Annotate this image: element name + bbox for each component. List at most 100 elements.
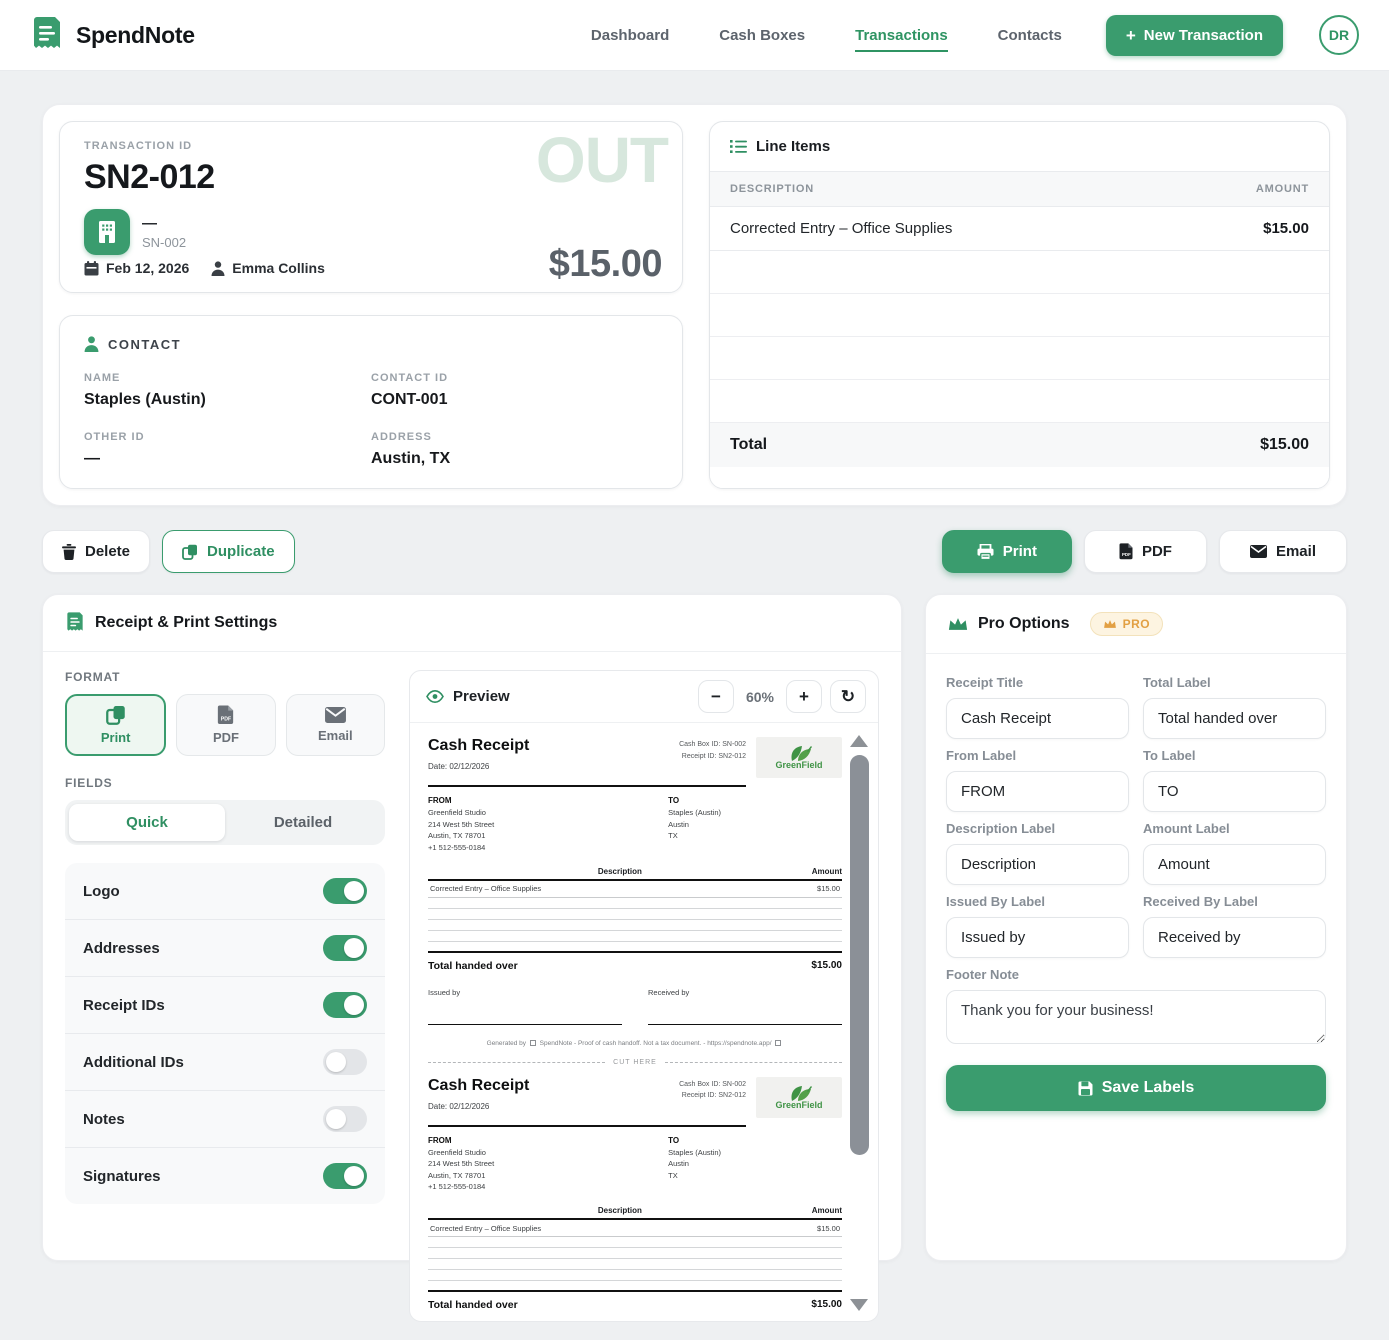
- signatures-toggle[interactable]: [323, 1163, 367, 1189]
- receipt-item-description: Corrected Entry – Office Supplies: [430, 884, 541, 893]
- column-description: DESCRIPTION: [730, 183, 814, 195]
- transaction-amount: $15.00: [549, 243, 662, 286]
- receipt-total-amount: $15.00: [811, 1299, 842, 1311]
- receipt-total-label: Total handed over: [428, 1299, 518, 1311]
- issued-by-label-input[interactable]: [946, 917, 1129, 958]
- receipt-ids-toggle[interactable]: [323, 992, 367, 1018]
- receipt-cashbox-id: Cash Box ID: SN-002: [529, 739, 746, 751]
- plus-icon: +: [1126, 27, 1136, 44]
- format-pdf-tile[interactable]: PDF PDF: [176, 694, 275, 756]
- scrollbar-up-arrow[interactable]: [850, 735, 868, 747]
- top-navigation-bar: SpendNote Dashboard Cash Boxes Transacti…: [0, 0, 1389, 71]
- format-print-label: Print: [101, 730, 131, 745]
- print-label: Print: [1003, 543, 1037, 560]
- nav-cash-boxes[interactable]: Cash Boxes: [719, 19, 805, 52]
- envelope-icon: [1250, 545, 1267, 558]
- to-label-input[interactable]: [1143, 771, 1326, 812]
- footer-note-label: Footer Note: [946, 967, 1326, 982]
- other-id: —: [84, 450, 371, 468]
- from-line: Greenfield Studio: [428, 807, 668, 819]
- additional-ids-toggle[interactable]: [323, 1049, 367, 1075]
- description-label-label: Description Label: [946, 821, 1129, 836]
- refresh-button[interactable]: ↻: [830, 680, 866, 713]
- zoom-out-button[interactable]: −: [698, 680, 734, 713]
- fields-tab-quick[interactable]: Quick: [69, 804, 225, 841]
- receipt-title: Cash Receipt: [428, 737, 529, 755]
- item-amount: $15.00: [1263, 220, 1309, 237]
- contact-id: CONT-001: [371, 391, 658, 409]
- to-line: TX: [668, 1170, 842, 1182]
- svg-text:PDF: PDF: [1122, 552, 1131, 557]
- person-icon: [211, 261, 225, 276]
- avatar[interactable]: DR: [1319, 15, 1359, 55]
- total-row: Total $15.00: [710, 423, 1329, 467]
- footer-note-textarea[interactable]: Thank you for your business!: [946, 990, 1326, 1044]
- format-email-tile[interactable]: Email: [286, 694, 385, 756]
- line-items-title: Line Items: [756, 138, 830, 155]
- amount-label-input[interactable]: [1143, 844, 1326, 885]
- receipt-total-amount: $15.00: [811, 960, 842, 972]
- footer-prefix: Generated by: [487, 1040, 526, 1047]
- transaction-card: TRANSACTION ID SN2-012 — SN-002: [59, 121, 683, 293]
- crown-badge-icon: [1103, 619, 1117, 629]
- zoom-in-button[interactable]: +: [786, 680, 822, 713]
- toggle-row-addresses: Addresses: [65, 920, 385, 977]
- eye-icon: [426, 690, 444, 703]
- contact-name: Staples (Austin): [84, 391, 371, 409]
- toggle-label-additional-ids: Additional IDs: [83, 1054, 184, 1071]
- pdf-button[interactable]: PDF PDF: [1084, 530, 1207, 573]
- column-amount: AMOUNT: [1256, 183, 1309, 195]
- nav-transactions[interactable]: Transactions: [855, 19, 948, 52]
- amount-label-label: Amount Label: [1143, 821, 1326, 836]
- received-by-label-input[interactable]: [1143, 917, 1326, 958]
- print-button[interactable]: Print: [942, 530, 1072, 573]
- addresses-toggle[interactable]: [323, 935, 367, 961]
- receipt-copy-2: Cash Receipt Date: 02/12/2026 Cash Box I…: [428, 1077, 842, 1312]
- nav-contacts[interactable]: Contacts: [998, 19, 1062, 52]
- new-transaction-button[interactable]: + New Transaction: [1106, 15, 1283, 56]
- notes-toggle[interactable]: [323, 1106, 367, 1132]
- receipt-copy-1: Cash Receipt Date: 02/12/2026 Cash Box I…: [428, 737, 842, 1047]
- receipt-to-label: TO: [668, 796, 842, 805]
- to-label-label: To Label: [1143, 748, 1326, 763]
- from-label-label: From Label: [946, 748, 1129, 763]
- receipt-title-input[interactable]: [946, 698, 1129, 739]
- item-description: Corrected Entry – Office Supplies: [730, 220, 952, 237]
- contact-title: CONTACT: [108, 337, 181, 352]
- receipt-preview[interactable]: Cash Receipt Date: 02/12/2026 Cash Box I…: [410, 723, 878, 1321]
- scrollbar-down-arrow[interactable]: [850, 1299, 868, 1311]
- toggle-label-signatures: Signatures: [83, 1168, 161, 1185]
- total-label-input[interactable]: [1143, 698, 1326, 739]
- logo-toggle[interactable]: [323, 878, 367, 904]
- list-icon: [730, 139, 747, 154]
- svg-text:PDF: PDF: [221, 716, 231, 722]
- app-logo[interactable]: SpendNote: [30, 17, 195, 53]
- other-id-label: OTHER ID: [84, 431, 371, 443]
- from-label-input[interactable]: [946, 771, 1129, 812]
- pdf-label: PDF: [1142, 543, 1172, 560]
- contact-person-icon: [84, 336, 99, 352]
- app-name: SpendNote: [76, 22, 195, 49]
- field-toggle-list: Logo Addresses Receipt IDs Additional ID…: [65, 863, 385, 1204]
- brand-logo: GreenField: [756, 737, 842, 778]
- receipt-logo-icon: [30, 17, 64, 53]
- contact-name-label: NAME: [84, 372, 371, 384]
- email-button[interactable]: Email: [1219, 530, 1347, 573]
- description-label-input[interactable]: [946, 844, 1129, 885]
- to-line: Staples (Austin): [668, 807, 842, 819]
- duplicate-button[interactable]: Duplicate: [162, 530, 295, 573]
- receipt-print-settings-panel: Receipt & Print Settings FORMAT Print PD…: [42, 594, 902, 1261]
- fields-tab-detailed[interactable]: Detailed: [225, 804, 381, 841]
- from-line: 214 West 5th Street: [428, 819, 668, 831]
- scrollbar-thumb[interactable]: [850, 755, 869, 1155]
- delete-button[interactable]: Delete: [42, 530, 150, 573]
- fields-segmented-control: Quick Detailed: [65, 800, 385, 845]
- nav-dashboard[interactable]: Dashboard: [591, 19, 669, 52]
- format-print-tile[interactable]: Print: [65, 694, 166, 756]
- trash-icon: [62, 544, 76, 560]
- pro-options-title: Pro Options: [978, 615, 1070, 633]
- save-labels-button[interactable]: Save Labels: [946, 1065, 1326, 1111]
- brand-name: GreenField: [775, 1100, 822, 1110]
- footer-text: SpendNote - Proof of cash handoff. Not a…: [540, 1040, 772, 1047]
- total-label: Total: [730, 436, 767, 454]
